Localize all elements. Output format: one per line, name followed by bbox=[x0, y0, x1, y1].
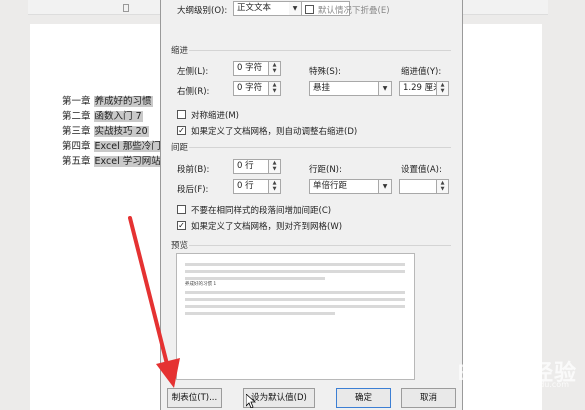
section-divider bbox=[189, 245, 451, 246]
preview-line bbox=[185, 291, 405, 294]
watermark-url: jingyan.baidu.com bbox=[495, 380, 569, 389]
mouse-cursor-icon bbox=[246, 394, 256, 408]
toc-text: Excel 那些冷门 bbox=[93, 141, 162, 152]
left-indent-input[interactable]: 0 字符 bbox=[233, 61, 269, 76]
preview-section-title: 预览 bbox=[171, 241, 189, 251]
set-value-label: 设置值(A): bbox=[401, 165, 442, 175]
toc-line-3[interactable]: 第三章 实战技巧 20 bbox=[62, 126, 149, 138]
toc-line-4[interactable]: 第四章 Excel 那些冷门 bbox=[62, 141, 162, 153]
no-space-same-style-checkbox[interactable] bbox=[177, 205, 186, 214]
outline-level-label: 大纲级别(O): bbox=[177, 6, 228, 16]
special-select[interactable]: 悬挂 bbox=[309, 81, 379, 96]
set-value-input[interactable] bbox=[399, 179, 437, 194]
snap-to-grid-checkbox[interactable]: ✓ bbox=[177, 221, 186, 230]
after-stepper[interactable]: ▲ ▼ bbox=[269, 179, 281, 194]
preview-line bbox=[185, 263, 405, 266]
toc-label: 第一章 bbox=[62, 96, 91, 107]
toc-label: 第五章 bbox=[62, 156, 91, 167]
preview-line bbox=[185, 298, 405, 301]
spacing-section-title: 间距 bbox=[171, 143, 189, 153]
toc-text: 实战技巧 20 bbox=[93, 126, 149, 137]
tabs-button[interactable]: 制表位(T)... bbox=[167, 388, 222, 408]
before-label: 段前(B): bbox=[177, 165, 210, 175]
paragraph-preview: 养成好的习惯 1 bbox=[176, 253, 415, 380]
preview-sample-text: 养成好的习惯 1 bbox=[185, 282, 217, 287]
toc-label: 第四章 bbox=[62, 141, 91, 152]
snap-to-grid-label: 如果定义了文档网格，则对齐到网格(W) bbox=[191, 222, 343, 232]
auto-adjust-indent-label: 如果定义了文档网格，则自动调整右缩进(D) bbox=[191, 127, 358, 137]
left-indent-stepper[interactable]: ▲ ▼ bbox=[269, 61, 281, 76]
left-indent-label: 左侧(L): bbox=[177, 67, 209, 77]
preview-line bbox=[185, 277, 325, 280]
right-indent-input[interactable]: 0 字符 bbox=[233, 81, 269, 96]
paragraph-dialog: 大纲级别(O): 正文文本 ▼ 默认情况下折叠(E) 缩进 左侧(L): 0 字… bbox=[160, 0, 463, 410]
before-stepper[interactable]: ▲ ▼ bbox=[269, 159, 281, 174]
line-spacing-label: 行距(N): bbox=[309, 165, 342, 175]
toc-text: Excel 学习网站 bbox=[93, 156, 162, 167]
tab-marker[interactable] bbox=[123, 4, 129, 12]
after-input[interactable]: 0 行 bbox=[233, 179, 269, 194]
mirror-indent-checkbox[interactable] bbox=[177, 110, 186, 119]
preview-line bbox=[185, 270, 405, 273]
special-label: 特殊(S): bbox=[309, 67, 341, 77]
no-space-same-style-label: 不要在相同样式的段落间增加间距(C) bbox=[191, 206, 332, 216]
indent-value-stepper[interactable]: ▲ ▼ bbox=[437, 81, 449, 96]
toc-line-1[interactable]: 第一章 养成好的习惯 bbox=[62, 96, 153, 108]
indent-section-title: 缩进 bbox=[171, 46, 189, 56]
right-indent-label: 右侧(R): bbox=[177, 87, 210, 97]
chevron-down-icon[interactable]: ▼ bbox=[289, 1, 302, 16]
toc-label: 第二章 bbox=[62, 111, 91, 122]
toc-text: 养成好的习惯 bbox=[93, 96, 153, 107]
ok-button[interactable]: 确定 bbox=[336, 388, 391, 408]
chevron-down-icon[interactable]: ▼ bbox=[379, 179, 392, 194]
right-indent-stepper[interactable]: ▲ ▼ bbox=[269, 81, 281, 96]
indent-value-input[interactable]: 1.29 厘米 bbox=[399, 81, 437, 96]
collapse-default-checkbox[interactable] bbox=[305, 5, 314, 14]
cancel-button[interactable]: 取消 bbox=[401, 388, 456, 408]
line-spacing-select[interactable]: 单倍行距 bbox=[309, 179, 379, 194]
after-label: 段后(F): bbox=[177, 185, 209, 195]
indent-value-label: 缩进值(Y): bbox=[401, 67, 442, 77]
chevron-down-icon[interactable]: ▼ bbox=[379, 81, 392, 96]
collapse-default-label: 默认情况下折叠(E) bbox=[318, 6, 390, 16]
mirror-indent-label: 对称缩进(M) bbox=[191, 111, 239, 121]
preview-line bbox=[185, 305, 405, 308]
section-divider bbox=[189, 50, 451, 51]
preview-line bbox=[185, 312, 335, 315]
toc-line-2[interactable]: 第二章 函数入门 7 bbox=[62, 111, 143, 123]
toc-text: 函数入门 7 bbox=[93, 111, 143, 122]
toc-label: 第三章 bbox=[62, 126, 91, 137]
set-value-stepper[interactable]: ▲ ▼ bbox=[437, 179, 449, 194]
toc-line-5[interactable]: 第五章 Excel 学习网站 bbox=[62, 156, 162, 168]
section-divider bbox=[189, 147, 451, 148]
before-input[interactable]: 0 行 bbox=[233, 159, 269, 174]
auto-adjust-indent-checkbox[interactable]: ✓ bbox=[177, 126, 186, 135]
